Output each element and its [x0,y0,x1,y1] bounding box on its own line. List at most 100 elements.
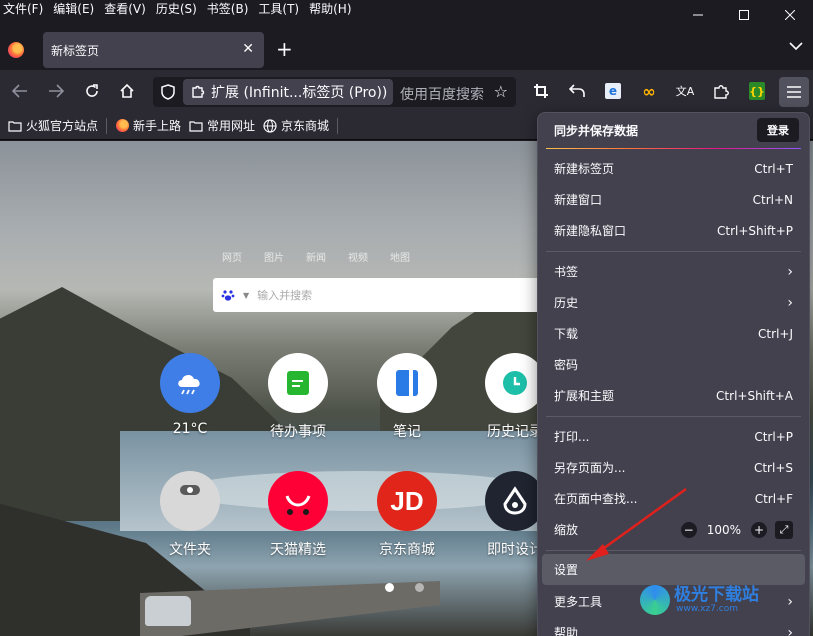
close-window-icon[interactable] [767,0,813,30]
menu-item-passwords[interactable]: 密码 [538,349,809,380]
menu-view[interactable]: 查看(V) [99,0,151,18]
menu-item-bookmarks[interactable]: 书签 › [538,256,809,287]
app-label: 文件夹 [169,542,211,558]
url-bar[interactable]: 扩展 (Infinit...标签页 (Pro)) 使用百度搜索 ☆ [153,77,516,107]
bookmark-separator [106,117,108,134]
menu-help[interactable]: 帮助(H) [304,0,356,18]
watermark: 极光下载站 www.xz7.com [640,585,759,615]
tmall-icon [268,471,328,531]
todo-icon [268,353,328,413]
menu-item-new-private-window[interactable]: 新建隐私窗口 Ctrl+Shift+P [538,215,809,246]
zoom-in-button[interactable]: + [751,521,767,538]
zoom-out-button[interactable]: − [680,521,697,538]
bookmark-item[interactable]: 常用网址 [189,117,255,134]
bookmark-item[interactable]: 新手上路 [115,117,181,134]
engine-dropdown-caret-icon[interactable]: ▼ [243,291,249,300]
zoom-level[interactable]: 100% [707,523,741,537]
menu-item-label: 另存页面为... [554,461,626,475]
app-menu-hamburger-icon[interactable] [779,77,809,107]
menu-bookmarks[interactable]: 书签(B) [202,0,254,18]
menu-separator [546,416,801,417]
login-button[interactable]: 登录 [757,118,799,142]
menu-item-label: 密码 [554,358,579,372]
baidu-paw-icon[interactable] [213,288,243,302]
menu-item-label: 书签 [554,265,579,279]
bookmark-label: 常用网址 [207,119,256,133]
sync-title: 同步并保存数据 [554,124,639,138]
bookmark-item[interactable]: 京东商城 [263,117,329,134]
menu-item-settings[interactable]: 设置 [542,554,805,585]
extension-identity-box[interactable]: 扩展 (Infinit...标签页 (Pro)) [183,79,393,105]
chevron-right-icon: › [787,624,793,636]
new-tab-plus-icon[interactable]: + [276,39,293,59]
app-folder[interactable]: 文件夹 [150,471,230,559]
menu-tools[interactable]: 工具(T) [253,0,304,18]
menu-item-find-in-page[interactable]: 在页面中查找... Ctrl+F [538,483,809,514]
list-all-tabs-chevron-icon[interactable] [789,40,803,54]
fullscreen-icon[interactable]: ⤢ [775,520,793,539]
close-tab-icon[interactable]: ✕ [242,41,254,57]
menu-separator [546,251,801,252]
page-dot-active[interactable] [385,583,394,592]
app-weather[interactable]: 21°C [150,353,230,437]
menu-file[interactable]: 文件(F) [0,0,48,18]
extensions-puzzle-icon[interactable] [711,81,731,101]
bookmark-star-icon[interactable]: ☆ [494,82,508,101]
back-arrow-icon[interactable] [10,81,30,101]
app-jd[interactable]: JD 京东商城 [367,471,447,559]
menu-item-addons[interactable]: 扩展和主题 Ctrl+Shift+A [538,380,809,411]
menu-item-shortcut: Ctrl+J [758,326,793,341]
page-indicator [385,583,445,592]
crop-screenshot-icon[interactable] [531,81,551,101]
globe-icon [263,118,277,133]
tracking-shield-icon[interactable] [161,84,175,103]
app-notes[interactable]: 笔记 [367,353,447,441]
tab-new-tab[interactable]: 新标签页 ✕ [43,32,264,68]
ie-tab-icon[interactable]: e [603,81,623,101]
forward-arrow-icon[interactable] [46,81,66,101]
menu-history[interactable]: 历史(S) [151,0,202,18]
menu-item-save-page[interactable]: 另存页面为... Ctrl+S [538,452,809,483]
page-dot[interactable] [415,583,424,592]
page-search-input[interactable] [257,288,538,302]
chevron-right-icon: › [787,593,793,610]
bookmark-item[interactable]: 火狐官方站点 [8,117,98,134]
menu-item-label: 打印... [554,430,590,444]
design-icon [485,471,545,531]
folder-icon [189,120,203,132]
search-tab-web[interactable]: 网页 [222,249,242,264]
undo-arrow-icon[interactable] [567,81,587,101]
search-tab-news[interactable]: 新闻 [306,249,326,264]
search-tab-video[interactable]: 视频 [348,249,368,264]
menu-item-shortcut: Ctrl+S [753,460,793,475]
minimize-icon[interactable] [675,0,721,30]
app-todo[interactable]: 待办事项 [258,353,338,441]
home-icon[interactable] [117,81,137,101]
firefox-logo-icon[interactable] [8,42,24,58]
search-tab-map[interactable]: 地图 [390,249,410,264]
menu-item-history[interactable]: 历史 › [538,287,809,318]
menu-item-help[interactable]: 帮助 › [538,617,809,636]
script-extension-icon[interactable]: {} [747,81,767,101]
weather-icon [160,353,220,413]
maximize-icon[interactable] [721,0,767,30]
menu-item-new-tab[interactable]: 新建标签页 Ctrl+T [538,153,809,184]
infinity-extension-icon[interactable]: ∞ [639,81,659,101]
app-label: 21°C [172,421,208,437]
zoom-controls: − 100% + ⤢ [680,520,793,539]
app-label: 京东商城 [379,542,435,558]
menu-item-print[interactable]: 打印... Ctrl+P [538,421,809,452]
window-controls [675,0,813,30]
menu-item-new-window[interactable]: 新建窗口 Ctrl+N [538,184,809,215]
translate-icon[interactable]: 文A [675,81,695,101]
search-tab-images[interactable]: 图片 [264,249,284,264]
app-tmall[interactable]: 天猫精选 [258,471,338,559]
menu-item-downloads[interactable]: 下载 Ctrl+J [538,318,809,349]
app-label: 笔记 [393,424,421,440]
menu-item-label: 新建标签页 [554,162,615,176]
clock-icon [485,353,545,413]
reload-icon[interactable] [82,81,102,101]
menu-item-label: 下载 [554,327,579,341]
menu-edit[interactable]: 编辑(E) [48,0,99,18]
menu-item-label: 帮助 [554,626,579,636]
